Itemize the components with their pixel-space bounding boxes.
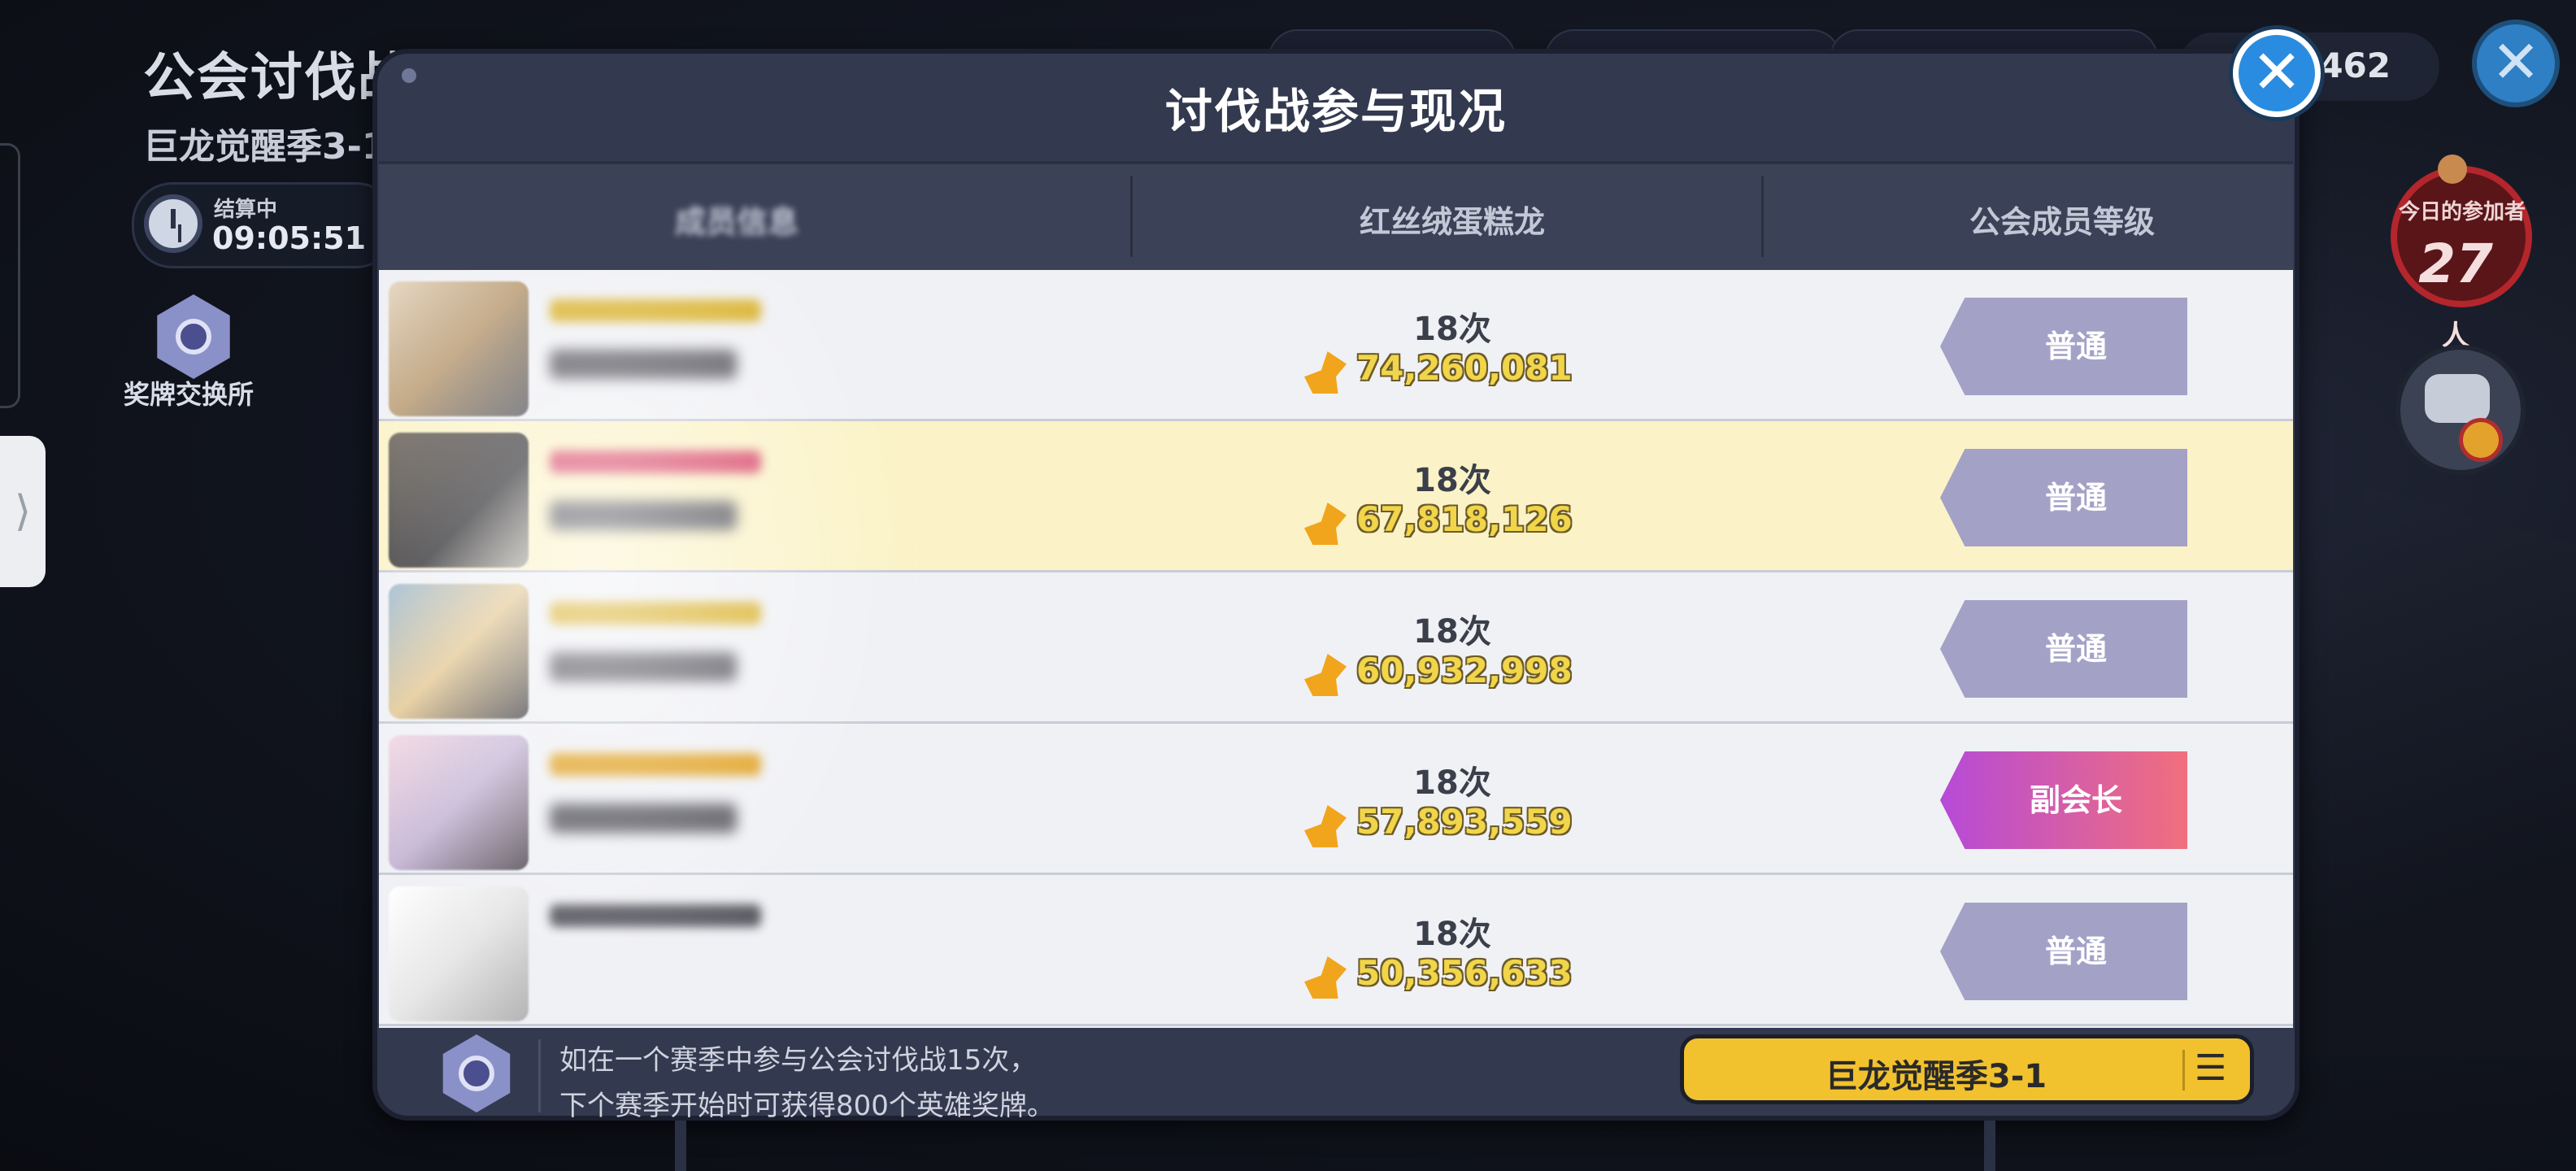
damage-icon: [1304, 805, 1347, 847]
column-divider: [1130, 176, 1133, 257]
menu-icon: ☰: [2182, 1050, 2235, 1090]
raid-title: 公会讨伐战: [143, 48, 411, 108]
guild-chat-button[interactable]: [2395, 345, 2526, 475]
attempt-count: 18次: [1413, 311, 1491, 348]
rank-badge: 普通: [1940, 449, 2187, 546]
member-list[interactable]: 18次 74,260,081 普通 18次 67,818,126 普通 18次 …: [379, 270, 2293, 1028]
damage-icon: [1304, 654, 1347, 696]
footer-divider: [538, 1039, 541, 1112]
privacy-blur-overlay: [379, 270, 916, 1002]
participation-modal: 讨伐战参与现况 成员信息 红丝绒蛋糕龙 公会成员等级 18次 74,260,08…: [372, 49, 2300, 1122]
rank-badge: 副会长: [1940, 751, 2187, 849]
medal-shop-label[interactable]: 奖牌交换所: [124, 374, 254, 411]
damage-icon: [1304, 503, 1347, 545]
modal-title: 讨伐战参与现况: [1164, 84, 1507, 139]
rank-badge: 普通: [1940, 903, 2187, 1000]
column-member-info: 成员信息: [674, 204, 798, 240]
column-header-bar: 成员信息 红丝绒蛋糕龙 公会成员等级: [379, 161, 2293, 273]
footer-note: 如在一个赛季中参与公会讨伐战15次， 下个赛季开始时可获得800个英雄奖牌。: [559, 1038, 1055, 1129]
damage-value: 67,818,126: [1356, 499, 1573, 539]
damage-value: 57,893,559: [1356, 802, 1573, 842]
rank-badge: 普通: [1940, 600, 2187, 698]
damage-value: 60,932,998: [1356, 651, 1573, 690]
background-post: [1984, 1121, 1995, 1171]
currency-count: 462: [2319, 46, 2391, 85]
column-divider: [1761, 176, 1764, 257]
season-subtitle: 巨龙觉醒季3-1: [143, 126, 387, 168]
person-icon: [2438, 155, 2467, 184]
close-icon[interactable]: ✕: [2472, 20, 2560, 107]
modal-footer: 如在一个赛季中参与公会讨伐战15次， 下个赛季开始时可获得800个英雄奖牌。 巨…: [379, 1031, 2293, 1122]
season-select-button[interactable]: 巨龙觉醒季3-1 ☰: [1680, 1034, 2254, 1104]
column-rank: 公会成员等级: [1969, 204, 2155, 240]
medal-icon: [2459, 418, 2503, 462]
side-drawer-handle[interactable]: ⟩: [0, 436, 46, 587]
settlement-timer: 结算中 09:05:51: [132, 182, 397, 268]
today-participants-label: 今日的参加者: [2398, 200, 2526, 224]
close-icon[interactable]: ✕: [2233, 29, 2321, 117]
chat-icon: [2425, 374, 2490, 423]
side-panel-edge: [0, 143, 20, 408]
footer-note-line2: 下个赛季开始时可获得800个英雄奖牌。: [559, 1090, 1055, 1122]
attempt-count: 18次: [1413, 613, 1491, 651]
column-boss: 红丝绒蛋糕龙: [1359, 204, 1545, 240]
timer-label: 结算中: [214, 198, 278, 222]
damage-icon: [1304, 956, 1347, 999]
timer-value: 09:05:51: [212, 220, 367, 256]
rank-badge: 普通: [1940, 298, 2187, 395]
attempt-count: 18次: [1413, 764, 1491, 802]
damage-value: 74,260,081: [1356, 348, 1573, 388]
attempt-count: 18次: [1413, 462, 1491, 499]
clock-icon: [144, 194, 202, 253]
damage-value: 50,356,633: [1356, 953, 1573, 993]
season-select-label: 巨龙觉醒季3-1: [1825, 1058, 2047, 1095]
footer-note-line1: 如在一个赛季中参与公会讨伐战15次，: [559, 1044, 1038, 1077]
today-count: 27: [2418, 233, 2493, 295]
background-post: [675, 1121, 686, 1171]
today-participants-count: 27人: [2407, 233, 2504, 358]
damage-icon: [1304, 351, 1347, 394]
medal-icon: [442, 1034, 511, 1112]
attempt-count: 18次: [1413, 916, 1491, 953]
